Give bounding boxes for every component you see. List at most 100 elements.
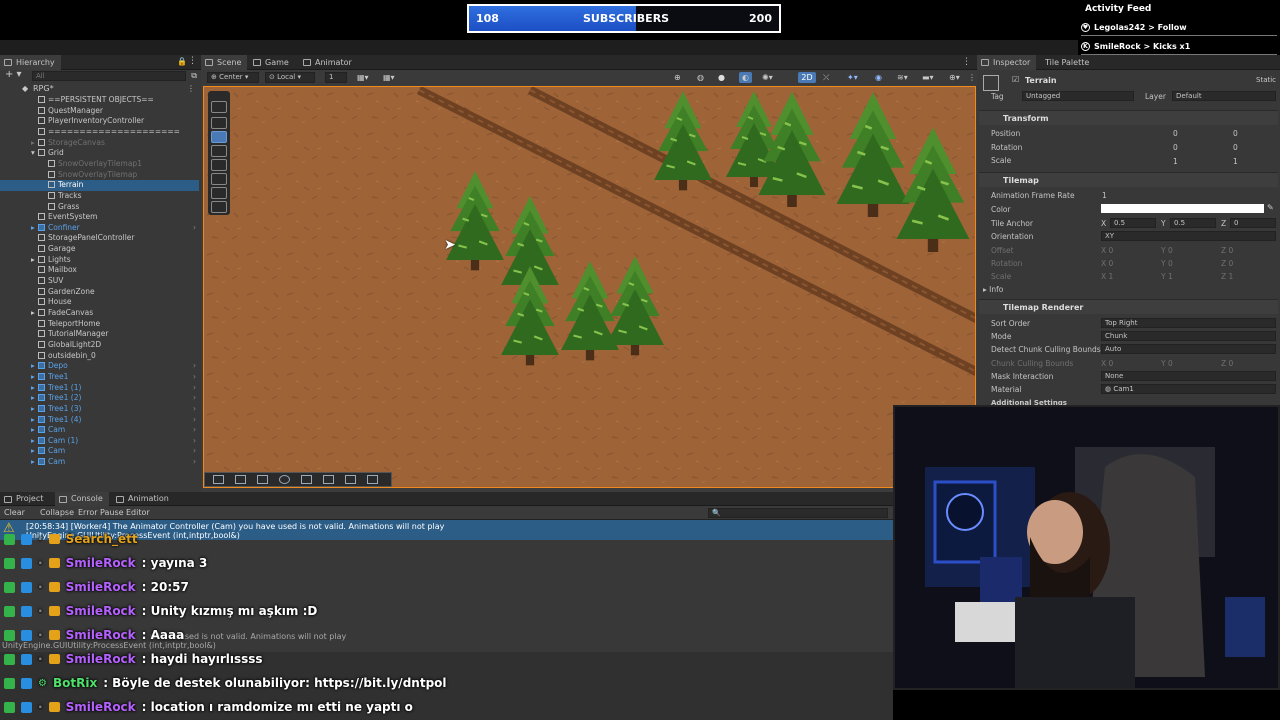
tree-sprite[interactable] (444, 167, 506, 276)
collapse-arrow-icon[interactable]: ▸ (31, 415, 35, 426)
hierarchy-item[interactable]: GlobalLight2D (0, 340, 199, 351)
hierarchy-search-input[interactable]: All (32, 71, 186, 81)
transform-header[interactable]: Transform (979, 110, 1278, 125)
hierarchy-item[interactable]: ▸ Tree1 (2) › (0, 393, 199, 404)
rotate-tool-icon[interactable] (211, 145, 227, 157)
tab-scene[interactable]: Scene (201, 55, 248, 70)
hierarchy-item[interactable]: ▸ Cam › (0, 446, 199, 457)
tree-sprite[interactable] (756, 87, 828, 213)
tab-game[interactable]: Game (249, 55, 295, 70)
hierarchy-item[interactable]: ▸ Tree1 (4) › (0, 415, 199, 426)
gizmo-orientation-icon[interactable]: ⊕ (674, 70, 681, 85)
hierarchy-item[interactable]: ▸ Lights (0, 255, 199, 266)
menu-dots-icon[interactable]: ⋮ (188, 56, 197, 66)
scale-tool-icon[interactable] (211, 159, 227, 171)
box-fill-icon[interactable] (279, 475, 290, 484)
hand-tool-icon[interactable] (211, 117, 227, 129)
scene-viewport[interactable]: ➤ (203, 86, 976, 488)
tab-inspector[interactable]: Inspector (977, 55, 1037, 70)
view-tool-icon[interactable] (211, 101, 227, 113)
tilemap-header[interactable]: Tilemap (979, 172, 1278, 187)
scale-y[interactable]: 1 (1173, 157, 1178, 166)
open-prefab-icon[interactable]: › (193, 393, 196, 404)
collapse-arrow-icon[interactable]: ▸ (31, 383, 35, 394)
hierarchy-item[interactable]: outsidebin_0 (0, 351, 199, 362)
add-icon[interactable]: + ▾ (5, 69, 22, 80)
hierarchy-item[interactable]: ▸ FadeCanvas (0, 308, 199, 319)
error-pause-button[interactable]: Error Pause (78, 506, 124, 520)
lighting-icon[interactable]: ✺▾ (762, 70, 773, 85)
static-toggle[interactable]: Static (1256, 76, 1276, 84)
collapse-arrow-icon[interactable]: ▸ (31, 393, 35, 404)
hierarchy-item[interactable]: TeleportHome (0, 319, 199, 330)
camera-icon[interactable]: ▬▾ (922, 70, 934, 85)
collapse-arrow-icon[interactable]: ▸ (31, 223, 35, 234)
visibility-icon[interactable]: ◉ (875, 70, 882, 85)
zoom-icon[interactable] (323, 475, 334, 484)
effects-icon[interactable]: ✦▾ (847, 70, 858, 85)
draw-mode-icon[interactable]: ◍ (697, 70, 704, 85)
pivot-dropdown[interactable]: ⊕ Center ▾ (207, 72, 259, 83)
open-prefab-icon[interactable]: › (193, 383, 196, 394)
hierarchy-item[interactable]: SnowOverlayTilemap (0, 170, 199, 181)
scale-z[interactable]: 1 (1233, 157, 1238, 166)
tag-dropdown[interactable]: Untagged (1022, 91, 1134, 101)
space-dropdown[interactable]: ⊙ Local ▾ (265, 72, 315, 83)
hierarchy-item[interactable]: House (0, 297, 199, 308)
hierarchy-item[interactable]: ▸ Confiner › (0, 223, 199, 234)
collapse-arrow-icon[interactable]: ▸ (31, 308, 35, 319)
open-prefab-icon[interactable]: › (193, 404, 196, 415)
hierarchy-item[interactable]: EventSystem (0, 212, 199, 223)
hierarchy-item[interactable]: GardenZone (0, 287, 199, 298)
toggle-2d-button[interactable]: 2D (798, 72, 816, 83)
sort-order-dropdown[interactable]: Top Right (1101, 318, 1276, 328)
tab-animator[interactable]: Animator (299, 55, 358, 70)
open-prefab-icon[interactable]: › (193, 457, 196, 468)
position-x[interactable]: 0 (1173, 129, 1178, 138)
object-name-field[interactable]: Terrain (1025, 76, 1057, 85)
open-prefab-icon[interactable]: › (193, 372, 196, 383)
hierarchy-item[interactable]: ▸ Tree1 (1) › (0, 383, 199, 394)
collapse-button[interactable]: Collapse (40, 506, 74, 520)
rotation-y[interactable]: 0 (1173, 143, 1178, 152)
clear-button[interactable]: Clear (4, 506, 25, 520)
select-tile-icon[interactable] (213, 475, 224, 484)
hierarchy-item[interactable]: ▸ StorageCanvas (0, 138, 199, 149)
pick-tile-icon[interactable] (301, 475, 312, 484)
position-z[interactable]: 0 (1233, 129, 1238, 138)
hierarchy-item[interactable]: TutorialManager (0, 329, 199, 340)
hierarchy-item[interactable]: ▸ Depo › (0, 361, 199, 372)
tab-hierarchy[interactable]: Hierarchy (0, 55, 61, 70)
shaded-icon[interactable]: ● (718, 70, 725, 85)
paint-tile-icon[interactable] (257, 475, 268, 484)
lock-icon[interactable]: 🔒 (177, 57, 187, 66)
collapse-arrow-icon[interactable]: ▸ (31, 404, 35, 415)
detect-culling-dropdown[interactable]: Auto (1101, 344, 1276, 354)
anchor-z[interactable]: 0 (1230, 218, 1276, 228)
menu-dots-icon[interactable]: ⋮ (187, 83, 195, 94)
open-prefab-icon[interactable]: › (193, 446, 196, 457)
open-prefab-icon[interactable]: › (193, 361, 196, 372)
snap-increment-field[interactable]: 1 (325, 72, 347, 83)
hierarchy-item[interactable]: Mailbox (0, 265, 199, 276)
tree-sprite[interactable] (652, 87, 714, 196)
layers-icon[interactable]: ≋▾ (897, 70, 908, 85)
hierarchy-item[interactable]: StoragePanelController (0, 233, 199, 244)
mode-dropdown[interactable]: Chunk (1101, 331, 1276, 341)
collapse-arrow-icon[interactable]: ▸ (31, 255, 35, 266)
collapse-arrow-icon[interactable]: ▸ (31, 372, 35, 383)
custom-tool-icon[interactable] (211, 201, 227, 213)
move-tile-icon[interactable] (235, 475, 246, 484)
hierarchy-item[interactable]: ▸ Cam › (0, 425, 199, 436)
hierarchy-item[interactable]: Terrain (0, 180, 199, 191)
hierarchy-item[interactable]: ▸ Tree1 (3) › (0, 404, 199, 415)
mask-dropdown[interactable]: None (1101, 371, 1276, 381)
hierarchy-item[interactable]: ▾ Grid (0, 148, 199, 159)
collapse-arrow-icon[interactable]: ▸ (31, 446, 35, 457)
tab-tile-palette[interactable]: Tile Palette (1037, 55, 1095, 70)
hierarchy-item[interactable]: PlayerInventoryController (0, 116, 199, 127)
tab-animation[interactable]: Animation (112, 492, 175, 506)
open-prefab-icon[interactable]: › (193, 223, 196, 234)
hierarchy-item[interactable]: ==PERSISTENT OBJECTS== (0, 95, 199, 106)
hierarchy-item[interactable]: QuestManager (0, 106, 199, 117)
